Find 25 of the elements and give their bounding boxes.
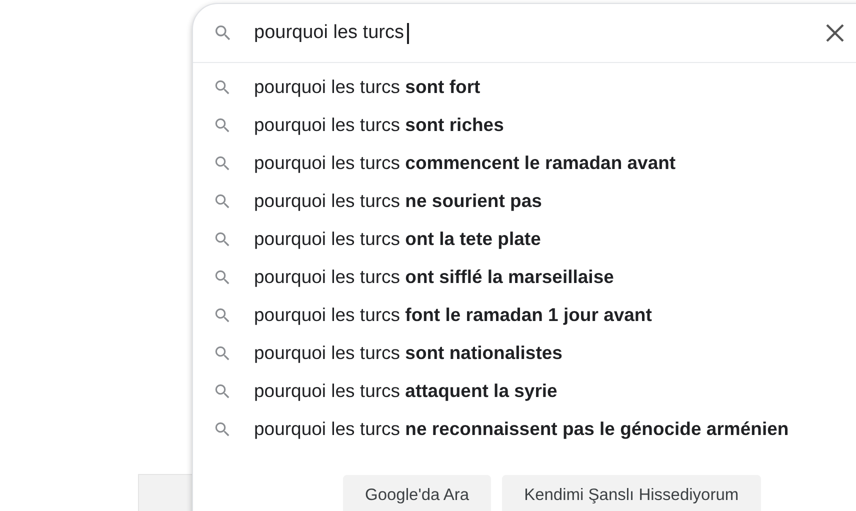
search-icon bbox=[213, 23, 233, 43]
search-icon bbox=[213, 116, 232, 134]
search-icon bbox=[213, 154, 232, 172]
search-icon bbox=[213, 230, 232, 248]
suggestion-item[interactable]: pourquoi les turcs sont nationalistes bbox=[254, 339, 562, 367]
suggestion-item[interactable]: pourquoi les turcs sont riches bbox=[254, 111, 504, 139]
search-icon bbox=[213, 268, 232, 286]
search-query[interactable]: pourquoi les turcs bbox=[254, 18, 404, 48]
search-icon bbox=[213, 78, 232, 96]
suggestion-item[interactable]: pourquoi les turcs font le ramadan 1 jour avant bbox=[254, 301, 652, 329]
suggestion-item[interactable]: pourquoi les turcs ne reconnaissent pas le génocide arménien bbox=[254, 415, 789, 443]
search-icon bbox=[213, 382, 232, 400]
suggestion-item[interactable]: pourquoi les turcs ont sifflé la marseillaise bbox=[254, 263, 614, 291]
suggestion-item[interactable]: pourquoi les turcs ne sourient pas bbox=[254, 187, 542, 215]
suggestion-item[interactable]: pourquoi les turcs ont la tete plate bbox=[254, 225, 541, 253]
search-icon bbox=[213, 192, 232, 210]
search-button[interactable]: Kendimi Şanslı Hissediyorum bbox=[502, 475, 761, 511]
search-button[interactable]: Google'da Ara bbox=[343, 475, 492, 511]
suggestion-item[interactable]: pourquoi les turcs commencent le ramadan avant bbox=[254, 149, 676, 177]
text-cursor bbox=[406, 22, 409, 44]
search-icon bbox=[213, 420, 232, 438]
suggestion-item[interactable]: pourquoi les turcs sont fort bbox=[254, 73, 480, 101]
suggestion-item[interactable]: pourquoi les turcs attaquent la syrie bbox=[254, 377, 558, 405]
search-icon bbox=[213, 344, 232, 362]
search-icon bbox=[213, 306, 232, 324]
